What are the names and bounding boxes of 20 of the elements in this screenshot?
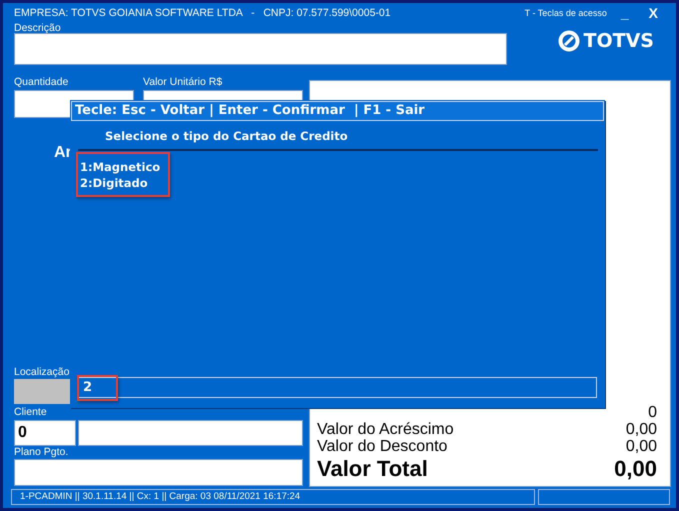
field-label: Plano Pgto. (14, 447, 70, 457)
total-value: 0,00 (626, 438, 657, 455)
product-text: Ar (54, 144, 73, 162)
field-label: Descrição (14, 23, 62, 33)
dialog-heading: Selecione o tipo do Cartao de Credito (105, 129, 349, 143)
total-label: Valor do Acréscimo (317, 421, 454, 438)
total-value: 0 (648, 404, 657, 421)
field-label: Quantidade (14, 77, 70, 87)
logo-text: TOTVS (584, 30, 654, 52)
status-text: 1-PCADMIN || 30.1.11.14 || Cx: 1 || Carga: 03 08/11/2021 16:17:24 (11, 489, 535, 505)
total-label: Valor Total (317, 456, 428, 482)
shortcut-hint: T - Teclas de acesso (524, 8, 607, 18)
field-label: Cliente (14, 407, 48, 417)
total-value: 0,00 (626, 421, 657, 438)
dialog-title: Tecle: Esc - Voltar | Enter - Confirmar | F1 - Sair (71, 101, 604, 121)
field-label: Localização (14, 367, 70, 377)
total-value: 0,00 (614, 456, 657, 482)
total-label: Valor do Desconto (317, 438, 448, 455)
field-label: Valor Unitário R$ (143, 77, 224, 87)
company-info: EMPRESA: TOTVS GOIANIA SOFTWARE LTDA - CNPJ: 07.577.599\0005-01 (14, 7, 391, 19)
